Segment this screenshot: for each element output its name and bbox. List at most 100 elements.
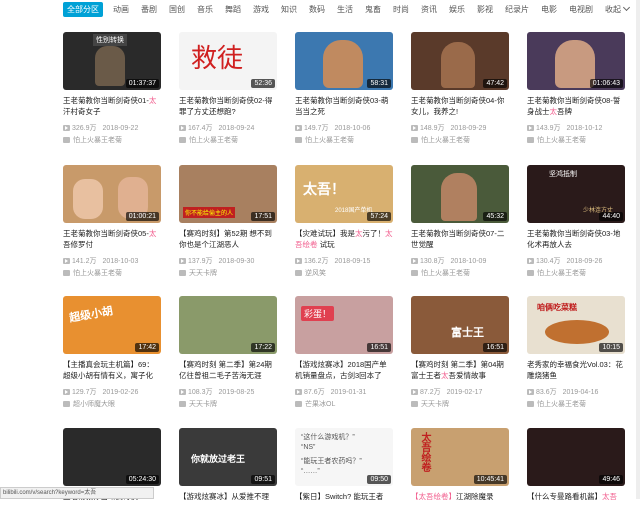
video-thumbnail[interactable]: 太吾绘卷 10:45:41 — [411, 428, 509, 486]
video-thumbnail[interactable]: 47:42 — [411, 32, 509, 90]
play-count-icon — [411, 125, 418, 131]
play-count-icon — [63, 125, 70, 131]
nav-item-2[interactable]: 番剧 — [141, 4, 157, 15]
video-title[interactable]: 王老菊教你当断剑奇侠03-地化术再放人去 — [527, 228, 625, 250]
video-title[interactable]: 【游戏炫赛冰】2018国产单机销量盘点，古剑3回本了 — [295, 359, 393, 381]
upload-date: 2018-10-03 — [102, 257, 139, 265]
uploader-icon — [527, 137, 534, 143]
nav-item-5[interactable]: 舞蹈 — [225, 4, 241, 15]
video-title[interactable]: 王老菊教你当断剑奇侠08-誓身战士太吾牌 — [527, 95, 625, 117]
video-thumbnail[interactable]: 58:31 — [295, 32, 393, 90]
video-thumbnail[interactable]: 富士王 16:51 — [411, 296, 509, 354]
video-thumbnail[interactable]: 17:22 — [179, 296, 277, 354]
nav-item-9[interactable]: 生活 — [337, 4, 353, 15]
video-title[interactable]: 【太吾绘卷】江湖除魔录 — [411, 491, 509, 513]
uploader[interactable]: 怕上火暴王老菊 — [527, 135, 586, 145]
video-thumbnail[interactable]: 你不能给偷主的人 17:51 — [179, 165, 277, 223]
video-title[interactable]: 【赛鸡时刻 第二季】第24期 亿往曾祖二毛子苦海无涯 — [179, 359, 277, 381]
video-thumbnail[interactable]: 你就放过老王 09:51 — [179, 428, 277, 486]
nav-item-12[interactable]: 资讯 — [421, 4, 437, 15]
video-thumbnail[interactable]: 超级小胡 17:42 — [63, 296, 161, 354]
uploader[interactable]: 怕上火暴王老菊 — [411, 135, 470, 145]
figure-art — [441, 42, 475, 88]
video-meta: 108.3万 2019-08-25 — [179, 387, 254, 397]
uploader-icon — [411, 137, 418, 143]
play-count-icon — [63, 389, 70, 395]
nav-item-14[interactable]: 影视 — [477, 4, 493, 15]
nav-item-7[interactable]: 知识 — [281, 4, 297, 15]
figure-art — [441, 173, 477, 221]
video-thumbnail[interactable]: 01:06:43 — [527, 32, 625, 90]
video-thumbnail[interactable]: 05:24:30 — [63, 428, 161, 486]
scrollbar[interactable] — [636, 0, 640, 499]
view-count: 148.9万 — [420, 125, 445, 132]
video-thumbnail[interactable]: 49:46 — [527, 428, 625, 486]
uploader[interactable]: 超小师魔大眼 — [63, 399, 115, 409]
video-thumbnail[interactable]: 太吾！ 2018国产单机 57:24 — [295, 165, 393, 223]
nav-item-10[interactable]: 鬼畜 — [365, 4, 381, 15]
video-title[interactable]: 王老菊教你当断剑奇侠07-二世觉醒 — [411, 228, 509, 250]
video-title[interactable]: 【赛鸡时刻 第二季】第04期 富士王者太吾爱情故事 — [411, 359, 509, 381]
uploader[interactable]: 芒果冰OL — [295, 399, 335, 409]
video-thumbnail[interactable]: “这什么游戏机？” “NS” “能玩王者农药吗？” “……” 09:50 — [295, 428, 393, 486]
video-meta: 326.9万 2018-09-22 — [63, 123, 138, 133]
upload-date: 2018-09-26 — [566, 257, 603, 265]
video-title[interactable]: 王老菊教你当断剑奇侠05-太吾修罗付 — [63, 228, 161, 250]
video-title[interactable]: 【灾难试玩】我是太污了！太吾绘卷 试玩 — [295, 228, 393, 250]
video-title[interactable]: 【紫日】Switch? 能玩王者 — [295, 491, 393, 513]
nav-item-1[interactable]: 动画 — [113, 4, 129, 15]
video-title[interactable]: 王老菊教你当断剑奇侠03-萌当当之死 — [295, 95, 393, 117]
nav-item-11[interactable]: 时尚 — [393, 4, 409, 15]
video-title[interactable]: 老秀家的幸福食光Vol.03：花雕烧猪鱼 — [527, 359, 625, 381]
video-thumbnail[interactable]: 45:32 — [411, 165, 509, 223]
thumbnail-caption: 你不能给偷主的人 — [183, 207, 236, 218]
video-meta: 136.2万 2018-09-15 — [295, 256, 370, 266]
uploader[interactable]: 怕上火暴王老菊 — [527, 399, 586, 409]
uploader[interactable]: 天天卡牌 — [411, 399, 449, 409]
video-title[interactable]: 【赛鸡时刻】第52期 想不到你也是个江湖恶人 — [179, 228, 277, 250]
nav-item-15[interactable]: 纪录片 — [505, 4, 529, 15]
play-count-icon — [411, 258, 418, 264]
video-thumbnail[interactable]: 01:00:21 — [63, 165, 161, 223]
video-thumbnail[interactable]: 咱俩吃菜糕 10:15 — [527, 296, 625, 354]
video-thumbnail[interactable]: 救徒 52:36 — [179, 32, 277, 90]
nav-item-6[interactable]: 游戏 — [253, 4, 269, 15]
uploader[interactable]: 怕上火暴王老菊 — [63, 135, 122, 145]
uploader[interactable]: 天天卡牌 — [179, 268, 217, 278]
video-title[interactable]: 【什么专曼路看机酱】太吾 — [527, 491, 625, 513]
video-meta: 141.2万 2018-10-03 — [63, 256, 138, 266]
thumbnail-caption: 救徒 — [191, 44, 244, 74]
video-thumbnail[interactable]: 彩蛋！ 16:51 — [295, 296, 393, 354]
play-count-icon — [63, 258, 70, 264]
nav-item-4[interactable]: 音乐 — [197, 4, 213, 15]
video-title[interactable]: 【主播真会玩主机篇】69：超级小胡有情有义，寓子化 — [63, 359, 161, 381]
duration-badge: 09:51 — [251, 475, 275, 484]
nav-item-17[interactable]: 电视剧 — [569, 4, 593, 15]
uploader-icon — [179, 270, 186, 276]
uploader[interactable]: 怕上火暴王老菊 — [411, 268, 470, 278]
nav-item-0[interactable]: 全部分区 — [63, 1, 103, 17]
thumbnail-caption: “这什么游戏机？” — [301, 434, 355, 441]
uploader[interactable]: 怕上火暴王老菊 — [527, 268, 586, 278]
video-thumbnail[interactable]: 坚鸿抵制 少林连方丈 44:40 — [527, 165, 625, 223]
uploader[interactable]: 天天卡牌 — [179, 399, 217, 409]
nav-item-13[interactable]: 娱乐 — [449, 4, 465, 15]
nav-item-3[interactable]: 国创 — [169, 4, 185, 15]
video-thumbnail[interactable]: 性别转换 01:37:37 — [63, 32, 161, 90]
video-meta: 129.7万 2019-02-26 — [63, 387, 138, 397]
uploader[interactable]: 怕上火暴王老菊 — [295, 135, 354, 145]
upload-date: 2018-10-06 — [334, 124, 371, 132]
duration-badge: 10:15 — [599, 343, 623, 352]
video-title[interactable]: 王老菊教你当断剑奇侠04-你女儿，我养之! — [411, 95, 509, 117]
duration-badge: 58:31 — [367, 79, 391, 88]
collapse-button[interactable]: 收起 — [605, 3, 631, 15]
uploader-icon — [179, 137, 186, 143]
uploader[interactable]: 怕上火暴王老菊 — [179, 135, 238, 145]
video-title[interactable]: 【游戏炫赛冰】从爱推不理 — [179, 491, 277, 513]
video-title[interactable]: 王老菊教你当断剑奇侠01-太汗村奇女子 — [63, 95, 161, 117]
uploader[interactable]: 怕上火暴王老菊 — [63, 268, 122, 278]
video-title[interactable]: 王老菊教你当断剑奇侠02-得罪了方丈还想跑? — [179, 95, 277, 117]
nav-item-16[interactable]: 电影 — [541, 4, 557, 15]
nav-item-8[interactable]: 数码 — [309, 4, 325, 15]
uploader[interactable]: 逆风笑 — [295, 268, 326, 278]
